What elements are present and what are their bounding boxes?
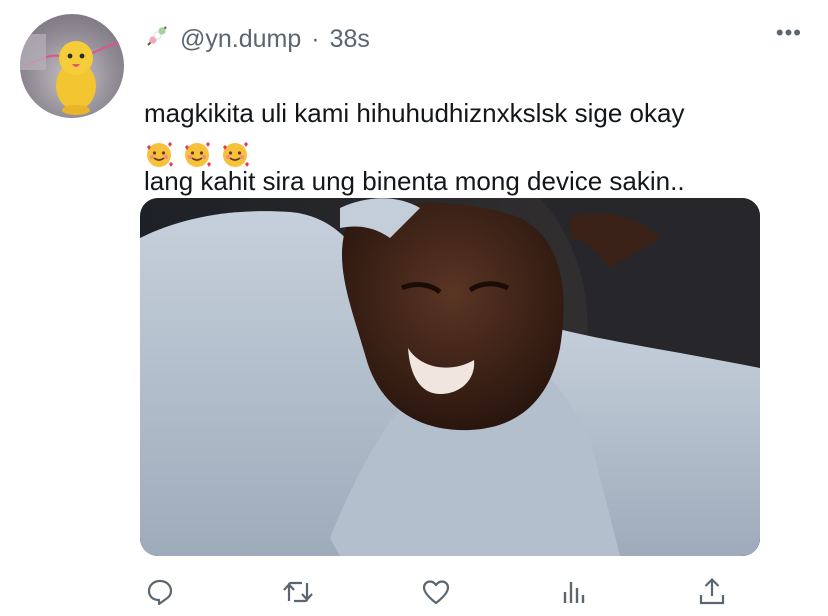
retweet-button[interactable] bbox=[278, 572, 318, 612]
tweet-timestamp[interactable]: 38s bbox=[330, 25, 370, 54]
tweet-actions bbox=[140, 570, 732, 614]
heart-icon bbox=[422, 580, 450, 605]
smiling-hearts-emoji bbox=[144, 140, 174, 175]
media-photo bbox=[140, 198, 760, 556]
share-button[interactable] bbox=[692, 572, 732, 612]
retweet-icon bbox=[283, 581, 313, 603]
emoji-row bbox=[144, 140, 250, 175]
skewer-icon bbox=[144, 23, 170, 56]
analytics-button[interactable] bbox=[554, 572, 594, 612]
avatar-image bbox=[20, 34, 123, 115]
like-button[interactable] bbox=[416, 572, 456, 612]
tweet-header: @yn.dump · 38s bbox=[144, 22, 370, 56]
smiling-hearts-emoji bbox=[182, 140, 212, 175]
user-handle[interactable]: @yn.dump bbox=[180, 25, 301, 54]
separator: · bbox=[311, 24, 320, 53]
tweet-text-line: magkikita uli kami hihuhudhiznxkslsk sig… bbox=[144, 98, 685, 128]
avatar[interactable] bbox=[20, 14, 124, 118]
share-icon bbox=[699, 577, 725, 605]
smiling-hearts-emoji bbox=[220, 140, 250, 175]
reply-button[interactable] bbox=[140, 572, 180, 612]
tweet-media[interactable] bbox=[140, 198, 760, 556]
more-options-button[interactable]: ••• bbox=[776, 20, 802, 46]
reply-icon bbox=[147, 579, 173, 606]
analytics-icon bbox=[563, 582, 585, 603]
